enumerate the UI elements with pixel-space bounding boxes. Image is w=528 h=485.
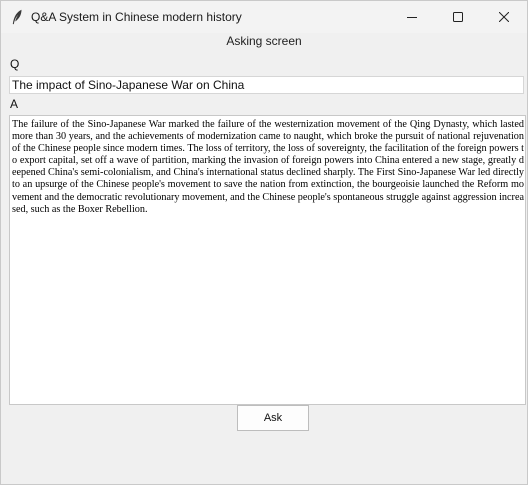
page-heading: Asking screen [226, 34, 302, 48]
close-button[interactable] [481, 1, 527, 33]
close-icon [499, 12, 509, 22]
question-input[interactable]: The impact of Sino-Japanese War on China [9, 76, 524, 94]
window-title: Q&A System in Chinese modern history [31, 10, 242, 24]
maximize-icon [453, 12, 463, 22]
title-bar[interactable]: Q&A System in Chinese modern history [1, 1, 527, 33]
feather-icon [11, 9, 23, 25]
minimize-button[interactable] [389, 1, 435, 33]
ask-button[interactable]: Ask [237, 405, 309, 431]
maximize-button[interactable] [435, 1, 481, 33]
question-label: Q [10, 57, 20, 71]
app-window: Q&A System in Chinese modern history Ask… [0, 0, 528, 485]
minimize-icon [407, 17, 417, 18]
answer-textarea[interactable]: The failure of the Sino-Japanese War mar… [9, 115, 526, 405]
answer-label: A [10, 97, 19, 111]
